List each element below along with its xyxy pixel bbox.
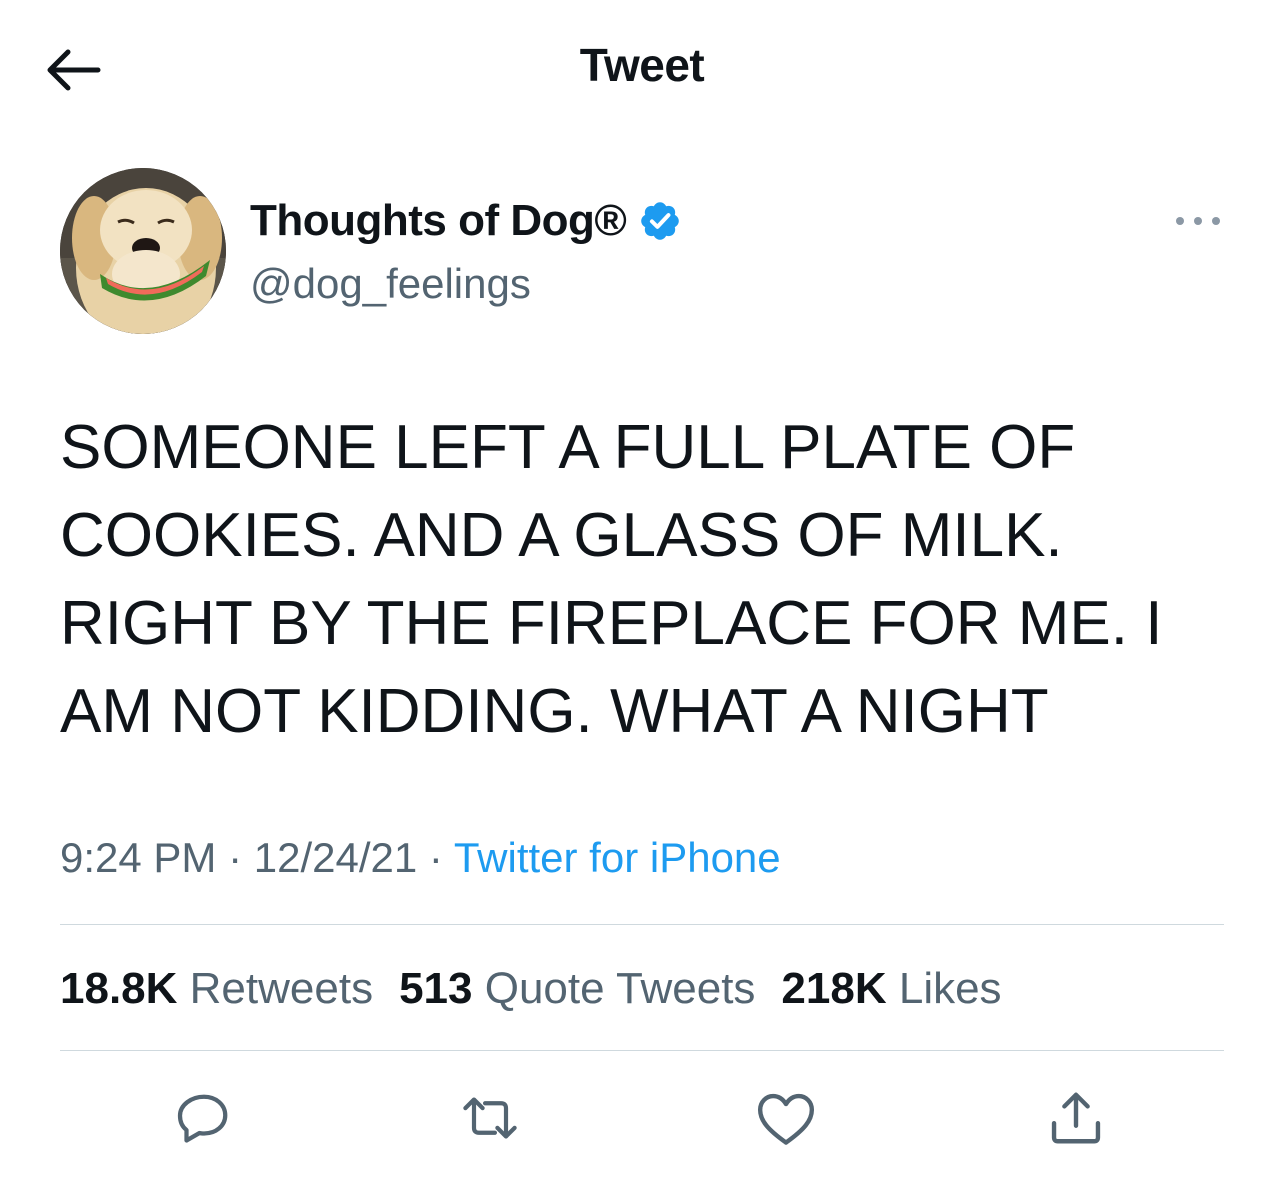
- divider: [60, 924, 1224, 925]
- share-button[interactable]: [1044, 1086, 1108, 1150]
- top-bar: Tweet: [0, 0, 1284, 140]
- reply-icon: [177, 1094, 228, 1143]
- likes-label: Likes: [898, 964, 1002, 1013]
- user-handle[interactable]: @dog_feelings: [250, 260, 682, 308]
- retweets-stat[interactable]: 18.8K Retweets: [60, 964, 373, 1014]
- dog-avatar-image: [60, 168, 226, 334]
- like-button[interactable]: [754, 1086, 818, 1150]
- likes-count: 218K: [781, 964, 887, 1013]
- tweet-date[interactable]: 12/24/21: [254, 834, 418, 881]
- reply-button[interactable]: [172, 1086, 236, 1150]
- more-horizontal-icon: [1176, 217, 1220, 225]
- meta-separator: ·: [417, 834, 454, 881]
- more-options-button[interactable]: [1170, 206, 1226, 236]
- tweet-time[interactable]: 9:24 PM: [60, 834, 216, 881]
- tweet-source-link[interactable]: Twitter for iPhone: [454, 834, 781, 881]
- divider: [60, 1050, 1224, 1051]
- verified-badge-icon: [641, 202, 680, 240]
- author-info[interactable]: Thoughts of Dog® @dog_feelings: [250, 196, 682, 308]
- meta-separator: ·: [216, 834, 254, 881]
- quote-tweets-label: Quote Tweets: [484, 964, 756, 1013]
- like-icon: [757, 1093, 815, 1145]
- share-icon: [1051, 1092, 1101, 1144]
- quote-tweets-count: 513: [399, 964, 473, 1013]
- likes-stat[interactable]: 218K Likes: [781, 964, 1001, 1014]
- retweets-count: 18.8K: [60, 964, 178, 1013]
- quote-tweets-stat[interactable]: 513 Quote Tweets: [399, 964, 755, 1014]
- avatar[interactable]: [60, 168, 226, 334]
- retweet-icon: [463, 1097, 517, 1139]
- retweet-button[interactable]: [458, 1086, 522, 1150]
- display-name[interactable]: Thoughts of Dog®: [250, 196, 627, 246]
- tweet-stats: 18.8K Retweets 513 Quote Tweets 218K Lik…: [60, 964, 1002, 1014]
- retweets-label: Retweets: [189, 964, 374, 1013]
- tweet-metadata: 9:24 PM · 12/24/21 · Twitter for iPhone: [60, 834, 781, 882]
- page-title: Tweet: [579, 39, 705, 91]
- tweet-text: SOMEONE LEFT A FULL PLATE OF COOKIES. AN…: [60, 413, 1163, 746]
